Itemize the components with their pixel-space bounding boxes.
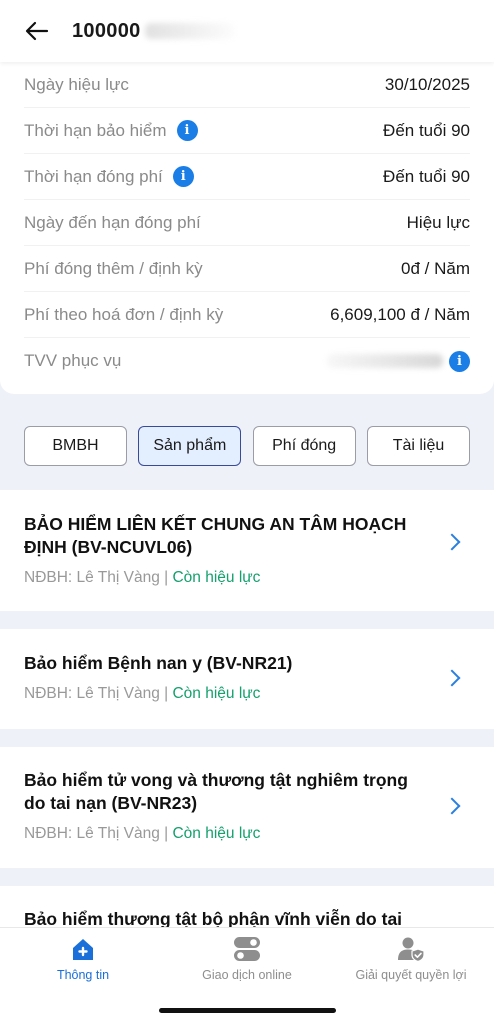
- nav-label: Giải quyết quyền lợi: [355, 968, 467, 982]
- redacted-advisor-name: [327, 354, 443, 368]
- redacted-title-suffix: [144, 23, 235, 40]
- contract-info-card: Ngày hiệu lực 30/10/2025 Thời hạn bảo hi…: [0, 62, 494, 394]
- insured-name: NĐBH: Lê Thị Vàng |: [24, 825, 173, 842]
- info-value: 30/10/2025: [384, 74, 470, 94]
- product-card[interactable]: Bảo hiểm tử vong và thương tật nghiêm tr…: [0, 747, 494, 868]
- insured-name: NĐBH: Lê Thị Vàng |: [24, 685, 173, 702]
- info-row-insurance-term: Thời hạn bảo hiểm i Đến tuổi 90: [24, 108, 470, 154]
- info-label: TVV phục vụ: [24, 351, 122, 370]
- info-row-invoice-premium: Phí theo hoá đơn / định kỳ 6,609,100 đ /…: [24, 292, 470, 338]
- chevron-right-icon: [443, 533, 461, 551]
- info-label: Ngày đến hạn đóng phí: [24, 212, 201, 232]
- info-value: Hiệu lực: [406, 212, 470, 232]
- status-text: Còn hiệu lực: [172, 569, 261, 586]
- info-row-extra-premium: Phí đóng thêm / định kỳ 0đ / Năm: [24, 246, 470, 292]
- insured-name: NĐBH: Lê Thị Vàng |: [24, 569, 173, 586]
- info-value: Đến tuổi 90: [383, 120, 470, 140]
- info-value: 6,609,100 đ / Năm: [330, 304, 470, 324]
- chevron-right-icon: [443, 669, 461, 687]
- info-label: Ngày hiệu lực: [24, 74, 129, 94]
- status-text: Còn hiệu lực: [172, 825, 261, 842]
- info-row-advisor: TVV phục vụ i: [24, 338, 470, 384]
- product-subtitle: NĐBH: Lê Thị Vàng | Còn hiệu lực: [24, 685, 470, 703]
- home-icon: [73, 939, 93, 960]
- product-title: BẢO HIỂM LIÊN KẾT CHUNG AN TÂM HOẠCH ĐỊN…: [24, 514, 407, 557]
- nav-label: Giao dịch online: [202, 968, 292, 982]
- product-card[interactable]: BẢO HIỂM LIÊN KẾT CHUNG AN TÂM HOẠCH ĐỊN…: [0, 490, 494, 611]
- info-row-payment-term: Thời hạn đóng phí i Đến tuổi 90: [24, 154, 470, 200]
- info-icon[interactable]: i: [176, 120, 198, 141]
- product-card[interactable]: Bảo hiểm Bệnh nan y (BV-NR21) NĐBH: Lê T…: [0, 629, 494, 729]
- nav-item-online-transactions[interactable]: Giao dịch online: [167, 936, 327, 982]
- info-value: Đến tuổi 90: [383, 166, 470, 186]
- app-header: 100000: [0, 0, 494, 62]
- info-icon[interactable]: i: [172, 166, 194, 187]
- nav-item-info[interactable]: Thông tin: [3, 936, 163, 982]
- user-shield-icon: [398, 937, 425, 962]
- home-indicator: [159, 1008, 336, 1013]
- tab-premium[interactable]: Phí đóng: [252, 426, 356, 466]
- contract-number: 100000: [72, 19, 141, 42]
- info-value: 0đ / Năm: [401, 258, 470, 278]
- info-label: Thời hạn đóng phí: [24, 166, 163, 186]
- info-icon[interactable]: i: [449, 350, 470, 372]
- product-title: Bảo hiểm tử vong và thương tật nghiêm tr…: [24, 770, 408, 813]
- back-button[interactable]: [22, 16, 52, 46]
- info-label: Phí đóng thêm / định kỳ: [24, 258, 203, 278]
- page-title: 100000: [72, 20, 235, 43]
- product-title: Bảo hiểm Bệnh nan y (BV-NR21): [24, 653, 293, 673]
- nav-item-claims[interactable]: Giải quyết quyền lợi: [331, 936, 491, 982]
- tab-products[interactable]: Sản phẩm: [138, 426, 242, 466]
- toggles-icon: [234, 937, 260, 961]
- product-subtitle: NĐBH: Lê Thị Vàng | Còn hiệu lực: [24, 825, 470, 843]
- chevron-right-icon: [443, 797, 461, 815]
- nav-label: Thông tin: [56, 968, 110, 982]
- section-tabs: BMBH Sản phẩm Phí đóng Tài liệu: [24, 426, 470, 466]
- info-label: Phí theo hoá đơn / định kỳ: [24, 304, 224, 324]
- tab-bmbh[interactable]: BMBH: [24, 426, 127, 466]
- info-row-effective-date: Ngày hiệu lực 30/10/2025: [24, 62, 470, 108]
- info-label: Thời hạn bảo hiểm: [24, 120, 167, 140]
- status-text: Còn hiệu lực: [172, 685, 261, 702]
- info-row-due-date: Ngày đến hạn đóng phí Hiệu lực: [24, 200, 470, 246]
- tab-documents[interactable]: Tài liệu: [366, 426, 470, 466]
- arrow-left-icon: [25, 21, 49, 41]
- product-subtitle: NĐBH: Lê Thị Vàng | Còn hiệu lực: [24, 569, 470, 587]
